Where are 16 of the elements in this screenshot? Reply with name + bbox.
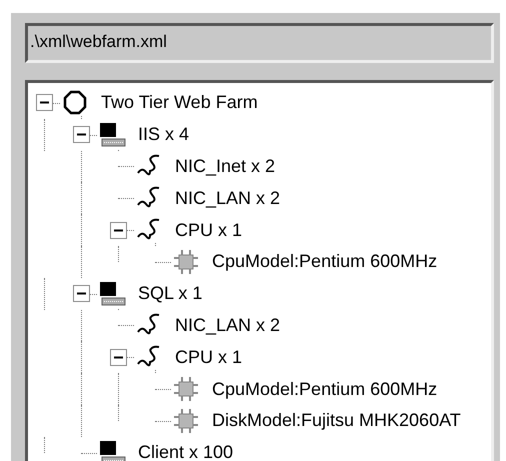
tree-item[interactable]: SQL x 1	[136, 283, 204, 304]
tree-item[interactable]: DiskModel:Fujitsu MHK2060AT	[210, 410, 463, 432]
computer-icon	[98, 120, 126, 149]
chip-icon	[173, 408, 199, 434]
tree-item[interactable]: Client x 100	[136, 442, 236, 461]
tree-item[interactable]: CpuModel:Pentium 600MHz	[210, 378, 440, 400]
collapse-icon[interactable]	[110, 348, 127, 366]
path-field[interactable]: .\xml\webfarm.xml	[25, 23, 494, 63]
collapse-icon[interactable]	[110, 222, 127, 239]
collapse-icon[interactable]	[36, 94, 53, 112]
chip-icon	[173, 376, 199, 402]
computer-icon	[98, 280, 126, 308]
collapse-icon[interactable]	[73, 126, 90, 144]
collapse-icon[interactable]	[73, 285, 90, 302]
tree-item[interactable]: CpuModel:Pentium 600MHz	[210, 251, 440, 272]
chip-icon	[173, 248, 199, 275]
